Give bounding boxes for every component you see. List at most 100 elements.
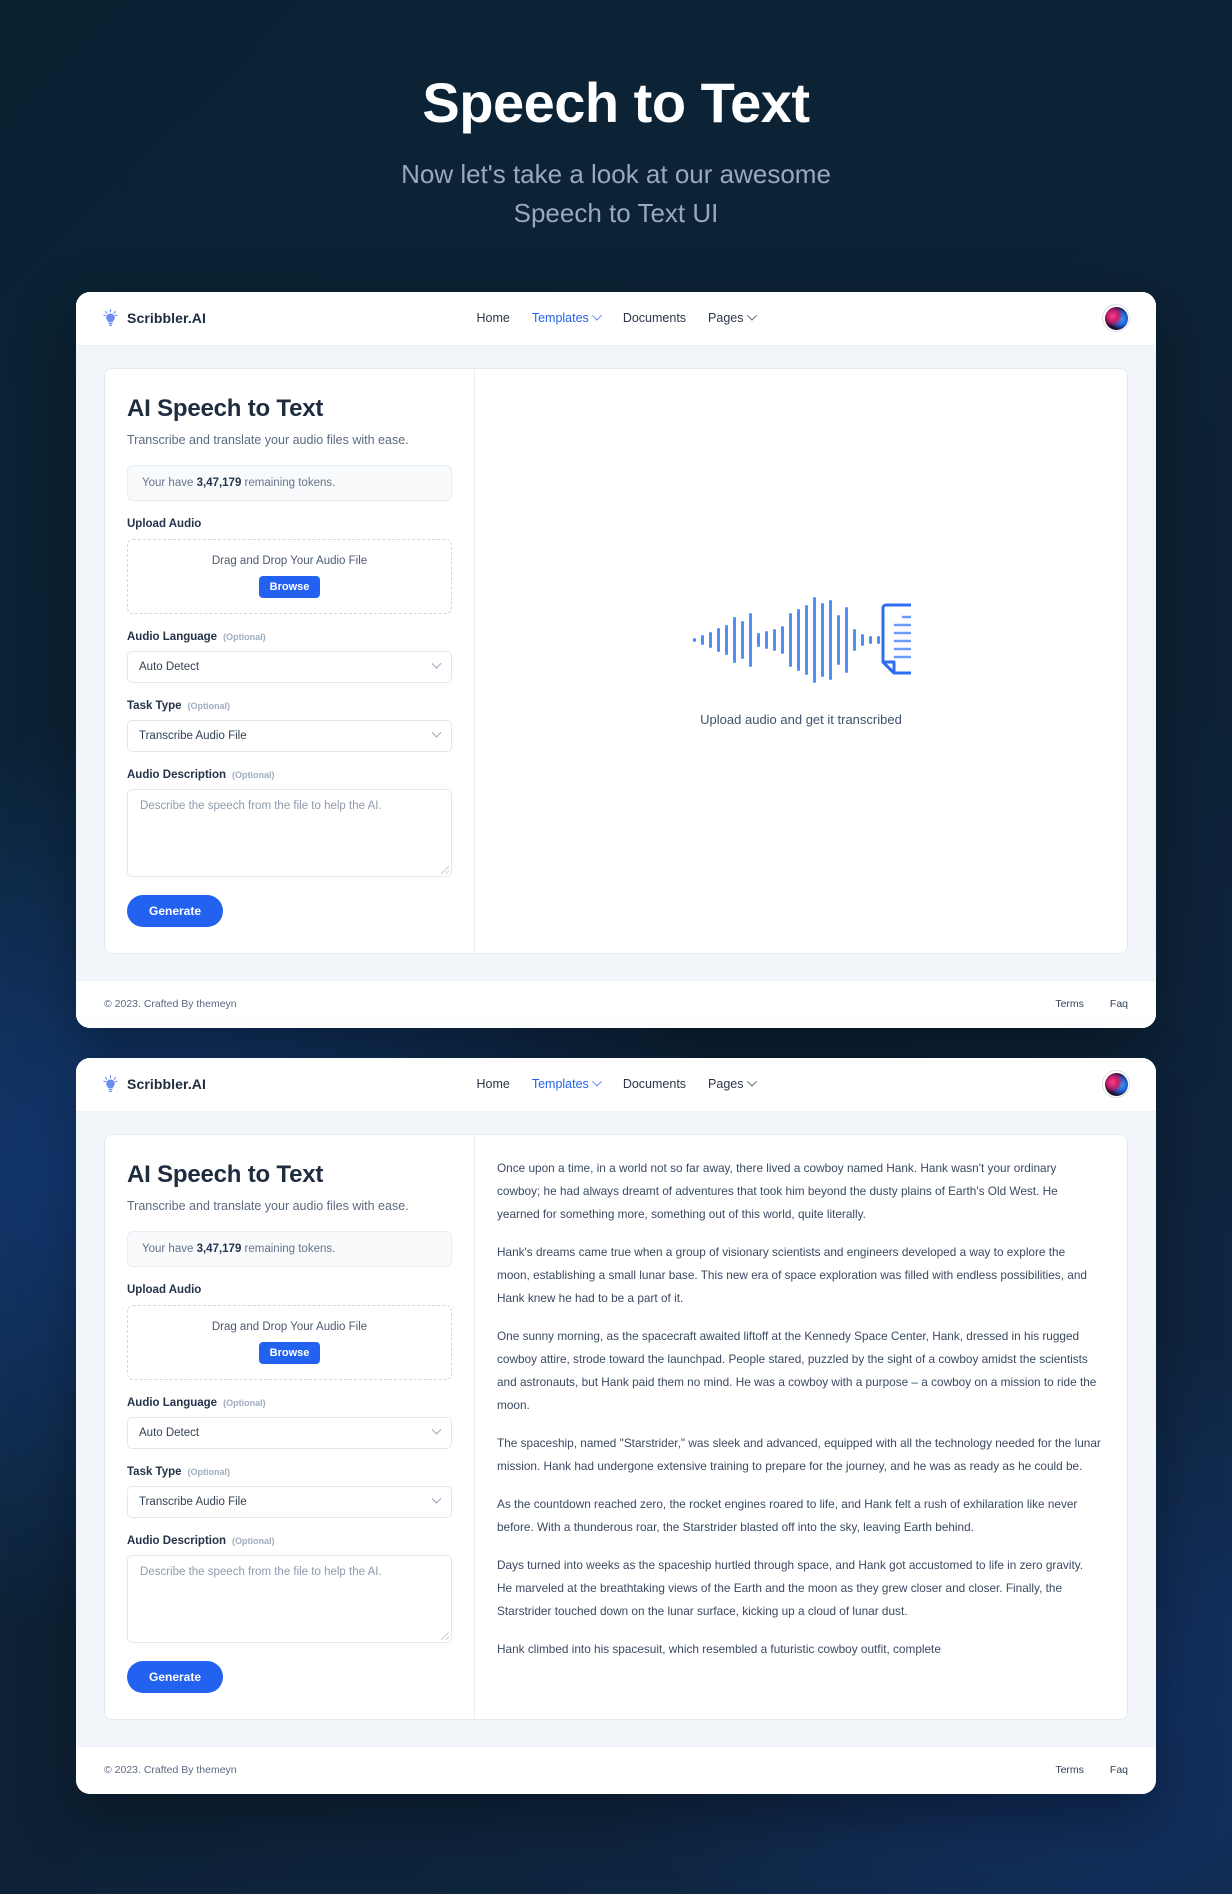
task-type-label-text: Task Type bbox=[127, 699, 182, 712]
nav-item-pages[interactable]: Pages bbox=[708, 1076, 757, 1092]
nav-item-documents[interactable]: Documents bbox=[623, 311, 686, 325]
audio-waveform-to-document-icon bbox=[691, 596, 935, 689]
audio-language-optional-tag: (Optional) bbox=[223, 1397, 266, 1408]
dropzone-hint: Drag and Drop Your Audio File bbox=[211, 1320, 368, 1333]
nav-item-documents[interactable]: Documents bbox=[623, 1077, 686, 1091]
transcript-paragraph: Hank climbed into his spacesuit, which r… bbox=[497, 1641, 941, 1656]
app-preview-card-result-state: Scribbler.AI Home Templates Documents Pa… bbox=[76, 1057, 1156, 1794]
nav-item-home[interactable]: Home bbox=[476, 1077, 509, 1091]
nav-item-home-label: Home bbox=[476, 311, 510, 326]
footer-copyright: © 2023. Crafted By themeyn bbox=[104, 1764, 237, 1777]
upload-audio-label: Upload Audio bbox=[127, 518, 452, 530]
generate-button[interactable]: Generate bbox=[127, 894, 224, 927]
chevron-down-icon bbox=[431, 1424, 442, 1435]
dropzone-hint: Drag and Drop Your Audio File bbox=[211, 554, 368, 567]
lightbulb-icon bbox=[102, 309, 119, 327]
form-subtitle: Transcribe and translate your audio file… bbox=[127, 432, 409, 447]
transcript-paragraph: One sunny morning, as the spacecraft awa… bbox=[497, 1328, 1097, 1412]
task-type-select[interactable]: Transcribe Audio File bbox=[127, 719, 452, 752]
avatar-image bbox=[1104, 306, 1128, 330]
footer: © 2023. Crafted By themeyn Terms Faq bbox=[76, 979, 1156, 1028]
upload-audio-label: Upload Audio bbox=[127, 1284, 452, 1296]
transcript-output: Once upon a time, in a world not so far … bbox=[475, 1135, 1127, 1695]
chevron-down-icon bbox=[592, 310, 603, 321]
hero-section: Speech to Text Now let's take a look at … bbox=[0, 0, 1232, 234]
audio-language-optional-tag: (Optional) bbox=[223, 631, 266, 642]
task-type-field: Task Type (Optional) Transcribe Audio Fi… bbox=[127, 700, 452, 752]
token-balance-banner: Your have 3,47,179 remaining tokens. bbox=[127, 464, 452, 501]
nav-item-pages[interactable]: Pages bbox=[708, 310, 757, 326]
nav-item-templates-label: Templates bbox=[531, 311, 589, 326]
hero-subtitle-line-2: Speech to Text UI bbox=[513, 198, 719, 229]
task-type-optional-tag: (Optional) bbox=[187, 700, 231, 711]
audio-description-optional-tag: (Optional) bbox=[232, 1535, 275, 1546]
brand-name: Scribbler.AI bbox=[127, 1076, 207, 1093]
browse-button[interactable]: Browse bbox=[258, 1341, 321, 1364]
transcript-paragraph: Once upon a time, in a world not so far … bbox=[497, 1160, 1058, 1221]
audio-language-select[interactable]: Auto Detect bbox=[127, 1416, 452, 1449]
token-prefix: Your have bbox=[142, 476, 197, 489]
browse-button[interactable]: Browse bbox=[258, 575, 321, 598]
task-type-label: Task Type (Optional) bbox=[127, 1466, 452, 1478]
form-title: AI Speech to Text bbox=[127, 394, 324, 422]
footer-link-terms[interactable]: Terms bbox=[1055, 998, 1084, 1010]
footer-link-faq[interactable]: Faq bbox=[1110, 998, 1128, 1010]
audio-description-input[interactable]: Describe the speech from the file to hel… bbox=[127, 1554, 452, 1643]
navbar: Scribbler.AI Home Templates Documents Pa… bbox=[76, 291, 1156, 346]
nav-item-pages-label: Pages bbox=[708, 1077, 744, 1092]
audio-description-optional-tag: (Optional) bbox=[232, 769, 275, 780]
token-count: 3,47,179 bbox=[196, 476, 242, 489]
token-suffix: remaining tokens. bbox=[241, 1242, 336, 1255]
audio-language-field: Audio Language (Optional) Auto Detect bbox=[127, 1397, 452, 1449]
chevron-down-icon bbox=[747, 310, 757, 321]
token-prefix: Your have bbox=[142, 1242, 197, 1255]
nav-item-templates[interactable]: Templates bbox=[531, 310, 603, 326]
upload-audio-field: Upload Audio Drag and Drop Your Audio Fi… bbox=[127, 518, 452, 614]
nav-item-documents-label: Documents bbox=[622, 1077, 687, 1092]
panels: AI Speech to Text Transcribe and transla… bbox=[104, 1133, 1128, 1720]
hero-subtitle-line-1: Now let's take a look at our awesome bbox=[401, 158, 831, 189]
avatar[interactable] bbox=[1102, 1070, 1130, 1099]
audio-description-input[interactable]: Describe the speech from the file to hel… bbox=[127, 788, 452, 877]
task-type-label-text: Task Type bbox=[127, 1465, 182, 1478]
avatar[interactable] bbox=[1102, 304, 1130, 333]
transcript-paragraph: Hank's dreams came true when a group of … bbox=[497, 1244, 1087, 1305]
audio-language-label: Audio Language (Optional) bbox=[127, 631, 452, 643]
nav-item-pages-label: Pages bbox=[708, 311, 744, 326]
nav-item-documents-label: Documents bbox=[622, 311, 687, 326]
brand-logo[interactable]: Scribbler.AI bbox=[102, 309, 206, 327]
nav-links: Home Templates Documents Pages bbox=[476, 310, 757, 326]
workspace-result: AI Speech to Text Transcribe and transla… bbox=[76, 1111, 1156, 1746]
task-type-select[interactable]: Transcribe Audio File bbox=[127, 1485, 452, 1518]
nav-item-home[interactable]: Home bbox=[476, 311, 509, 325]
task-type-field: Task Type (Optional) Transcribe Audio Fi… bbox=[127, 1466, 452, 1518]
audio-description-field: Audio Description (Optional) Describe th… bbox=[127, 1535, 452, 1643]
hero-subtitle: Now let's take a look at our awesome Spe… bbox=[0, 155, 1232, 234]
footer-link-faq[interactable]: Faq bbox=[1110, 1764, 1128, 1776]
audio-language-select[interactable]: Auto Detect bbox=[127, 650, 452, 683]
footer-links: Terms Faq bbox=[1055, 998, 1128, 1010]
audio-language-value: Auto Detect bbox=[139, 1426, 200, 1439]
footer-link-terms[interactable]: Terms bbox=[1055, 1764, 1084, 1776]
transcript-paragraph: The spaceship, named "Starstrider," was … bbox=[497, 1435, 1101, 1473]
nav-item-templates[interactable]: Templates bbox=[532, 1076, 603, 1091]
output-panel-empty: Upload audio and get it transcribed bbox=[475, 369, 1127, 953]
brand-logo[interactable]: Scribbler.AI bbox=[102, 1075, 206, 1093]
audio-language-value: Auto Detect bbox=[139, 660, 200, 673]
page-title: Speech to Text bbox=[422, 71, 810, 134]
audio-dropzone[interactable]: Drag and Drop Your Audio File Browse bbox=[127, 1304, 452, 1380]
nav-links: Home Templates Documents Pages bbox=[476, 1076, 757, 1092]
panels: AI Speech to Text Transcribe and transla… bbox=[104, 367, 1128, 954]
workspace-empty: AI Speech to Text Transcribe and transla… bbox=[76, 345, 1156, 980]
footer-copyright: © 2023. Crafted By themeyn bbox=[104, 998, 237, 1011]
form-title: AI Speech to Text bbox=[127, 1160, 324, 1188]
task-type-label: Task Type (Optional) bbox=[127, 700, 452, 712]
audio-description-label-text: Audio Description bbox=[127, 1534, 227, 1547]
audio-language-label: Audio Language (Optional) bbox=[127, 1397, 452, 1409]
lightbulb-icon bbox=[102, 1075, 119, 1093]
audio-dropzone[interactable]: Drag and Drop Your Audio File Browse bbox=[127, 538, 452, 614]
upload-audio-label-text: Upload Audio bbox=[127, 517, 202, 530]
audio-description-label: Audio Description (Optional) bbox=[127, 1535, 452, 1547]
generate-button[interactable]: Generate bbox=[127, 1660, 224, 1693]
footer-links: Terms Faq bbox=[1055, 1764, 1128, 1776]
